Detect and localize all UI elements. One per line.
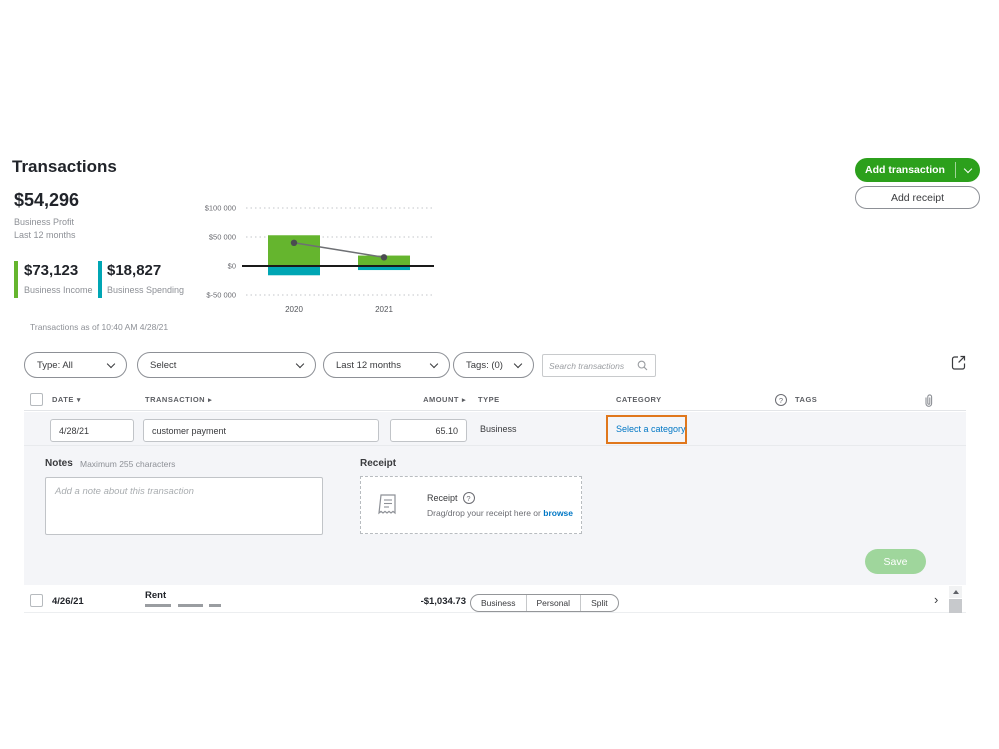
chevron-down-icon [429, 359, 439, 368]
chevron-down-icon [106, 359, 116, 368]
amount-field[interactable] [390, 419, 467, 442]
segment-split[interactable]: Split [580, 595, 618, 611]
segment-business[interactable]: Business [471, 595, 526, 611]
tags-filter-label: Tags: (0) [466, 359, 503, 371]
sort-icon: ▸ [208, 396, 213, 404]
row-date: 4/26/21 [52, 596, 84, 607]
account-select-label: Select [150, 359, 177, 371]
type-value: Business [480, 424, 517, 434]
date-field[interactable] [50, 419, 134, 442]
table-header-row: DATE ▾ TRANSACTION ▸ AMOUNT ▸ TYPE CATEGORY… [24, 392, 966, 411]
type-filter-label: Type: All [37, 359, 73, 371]
receipt-title: Receipt [427, 493, 458, 503]
save-button[interactable]: Save [865, 549, 926, 574]
business-spending-amount: $18,827 [107, 262, 162, 279]
period-label: Last 12 months [14, 230, 76, 240]
date-range-label: Last 12 months [336, 359, 401, 371]
transaction-description-field[interactable] [143, 419, 379, 442]
row-expand-chevron[interactable]: › [934, 592, 938, 607]
type-filter-dropdown[interactable]: Type: All [24, 352, 127, 378]
transactions-as-of-text: Transactions as of 10:40 AM 4/28/21 [30, 322, 169, 332]
scrollbar [949, 586, 962, 618]
receipt-dropzone[interactable]: Receipt ? Drag/drop your receipt here or… [360, 476, 582, 534]
account-select-dropdown[interactable]: Select [137, 352, 316, 378]
segment-personal[interactable]: Personal [525, 595, 581, 611]
notes-label: Notes [45, 458, 73, 469]
type-segmented-control: Business Personal Split [470, 594, 619, 612]
income-color-bar [14, 261, 18, 298]
chevron-down-icon [295, 359, 305, 368]
add-receipt-label: Add receipt [890, 191, 945, 204]
column-header-category: CATEGORY [616, 395, 662, 404]
row-checkbox[interactable] [30, 594, 43, 607]
svg-text:$0: $0 [228, 262, 236, 271]
receipt-drag-text: Drag/drop your receipt here or [427, 508, 541, 518]
add-transaction-button[interactable]: Add transaction [855, 158, 980, 182]
business-spending-label: Business Spending [107, 285, 185, 295]
transaction-secondary-clipped [145, 604, 231, 607]
business-income-label: Business Income [24, 285, 93, 295]
svg-text:2020: 2020 [285, 305, 303, 314]
search-input[interactable] [549, 360, 637, 371]
row-transaction-name: Rent [145, 590, 167, 601]
svg-text:$-50 000: $-50 000 [206, 291, 236, 300]
paperclip-icon [925, 394, 933, 407]
add-transaction-dropdown[interactable] [956, 164, 980, 173]
column-header-type: TYPE [478, 395, 500, 404]
receipt-icon [378, 494, 396, 515]
search-icon [637, 360, 648, 371]
tags-help-icon[interactable]: ? [775, 394, 787, 406]
chevron-down-icon [513, 359, 523, 368]
scrollbar-thumb[interactable] [949, 599, 962, 613]
svg-text:2021: 2021 [375, 305, 393, 314]
editor-divider [24, 445, 966, 446]
date-range-dropdown[interactable]: Last 12 months [323, 352, 450, 378]
transactions-page: Transactions Add transaction Add receipt… [0, 0, 999, 749]
business-income-amount: $73,123 [24, 262, 79, 279]
add-receipt-button[interactable]: Add receipt [855, 186, 980, 209]
sort-desc-icon: ▾ [76, 396, 81, 404]
up-arrow-icon [952, 590, 959, 594]
business-profit-amount: $54,296 [14, 190, 80, 210]
sort-icon: ▸ [461, 396, 466, 404]
column-header-amount[interactable]: AMOUNT ▸ [400, 395, 466, 404]
receipt-help-icon[interactable]: ? [462, 492, 475, 504]
add-transaction-label: Add transaction [865, 164, 945, 176]
column-header-transaction[interactable]: TRANSACTION ▸ [145, 395, 212, 404]
receipt-section-label: Receipt [360, 458, 397, 469]
svg-text:$100 000: $100 000 [205, 204, 236, 213]
scrollbar-up-button[interactable] [949, 586, 962, 598]
select-all-checkbox[interactable] [30, 393, 43, 406]
profit-chart: $100 000 $50 000 $0 $-50 000 2020 2021 [205, 204, 434, 314]
column-header-date[interactable]: DATE ▾ [52, 395, 81, 404]
search-box [542, 354, 656, 377]
svg-text:$50 000: $50 000 [209, 233, 236, 242]
notes-hint: Maximum 255 characters [80, 459, 176, 469]
row-amount: -$1,034.73 [420, 596, 466, 607]
select-category-link[interactable]: Select a category [616, 424, 686, 434]
column-header-tags: TAGS [795, 395, 818, 404]
receipt-dropzone-text: Receipt ? Drag/drop your receipt here or… [427, 492, 573, 518]
tags-filter-dropdown[interactable]: Tags: (0) [453, 352, 534, 378]
notes-textarea[interactable] [45, 477, 323, 535]
browse-link[interactable]: browse [543, 508, 573, 518]
page-title: Transactions [12, 157, 117, 176]
chevron-down-icon [963, 164, 973, 173]
spending-color-bar [98, 261, 102, 298]
export-icon[interactable] [950, 354, 967, 371]
business-profit-label: Business Profit [14, 217, 75, 227]
